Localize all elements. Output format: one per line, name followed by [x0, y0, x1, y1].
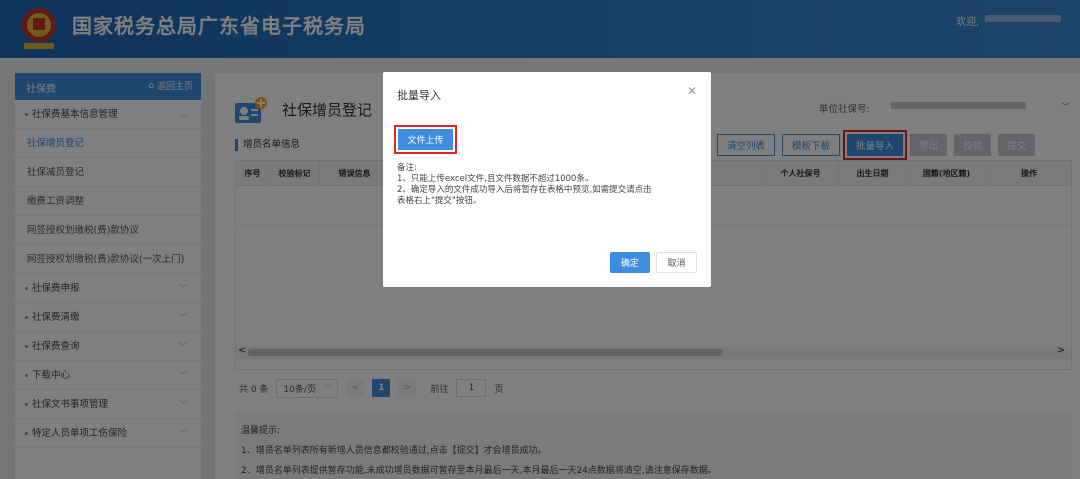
note-line: 2、确定导入的文件成功导入后将暂存在表格中预览,如需提交请点击: [397, 185, 652, 195]
file-upload-button[interactable]: 文件上传: [394, 125, 457, 154]
dialog-title: 批量导入: [397, 89, 441, 102]
close-icon[interactable]: ✕: [687, 84, 697, 98]
dialog-note: 备注: 1、只能上传excel文件,且文件数据不超过1000条。 2、确定导入的…: [397, 163, 707, 207]
confirm-button[interactable]: 确定: [610, 252, 650, 273]
note-line: 1、只能上传excel文件,且文件数据不超过1000条。: [397, 174, 594, 184]
cancel-button[interactable]: 取消: [656, 252, 697, 273]
batch-import-dialog: 批量导入 ✕ 文件上传 备注: 1、只能上传excel文件,且文件数据不超过10…: [383, 72, 711, 287]
note-line: 表格右上"提交"按钮。: [397, 196, 482, 206]
note-title: 备注:: [397, 163, 417, 173]
